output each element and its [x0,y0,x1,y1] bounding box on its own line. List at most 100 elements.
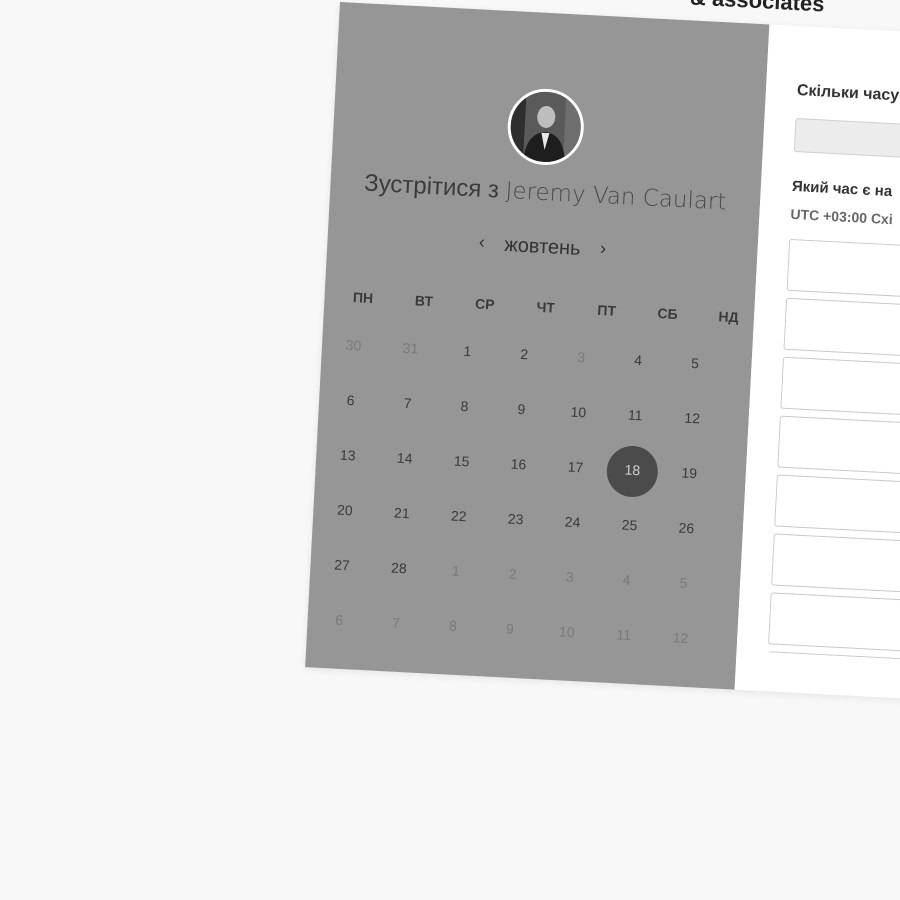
calendar-day[interactable]: 21 [371,499,431,557]
calendar-day[interactable]: 19 [659,459,719,517]
chevron-left-icon[interactable]: ‹ [464,231,499,254]
calendar-day[interactable]: 2 [494,341,554,399]
weekday-label: ЧТ [536,298,556,316]
day-number: 31 [402,339,419,357]
calendar-day[interactable]: 10 [548,399,608,457]
calendar-day: 1 [425,557,485,615]
calendar-day[interactable]: 22 [428,502,488,560]
calendar-day: 31 [380,335,440,393]
day-number: 24 [564,513,581,531]
weekday-label: ВТ [414,292,434,310]
weekday-header: ПН ВТ СР ЧТ ПТ СБ НД [332,288,762,326]
screen: & associates Зустрітися з Jeremy Van Cau… [0,0,900,900]
day-number: 15 [453,452,470,470]
month-label: жовтень [503,233,582,260]
calendar-grid: 30 31 1 2 3 4 5 6 7 8 9 10 11 12 13 14 15 16 17 18 19 20 21 22 2… [308,332,735,683]
weekday-label: НД [718,308,740,326]
day-number: 30 [345,336,362,354]
day-number: 3 [565,568,575,586]
calendar-day: 7 [365,609,425,667]
calendar-day[interactable]: 6 [320,387,380,445]
weekday-label: СБ [657,305,679,323]
calendar-day[interactable]: 28 [368,554,428,612]
calendar-day[interactable]: 9 [491,396,551,454]
day-number: 6 [334,611,344,628]
day-number: 5 [679,574,688,591]
day-number: 25 [621,516,638,534]
day-number: 12 [672,629,689,647]
day-number: 1 [451,562,461,580]
calendar-day: 3 [551,344,611,402]
calendar-day[interactable]: 16 [488,451,548,509]
calendar-day[interactable]: 4 [607,347,667,405]
calendar-day: 10 [536,618,596,676]
calendar-day: 3 [539,563,599,621]
calendar-day[interactable]: 27 [311,551,371,609]
day-number: 2 [520,345,529,363]
day-number: 11 [627,406,643,424]
calendar-day: 8 [422,612,482,670]
calendar-day[interactable]: 13 [317,442,377,500]
day-number: 4 [633,351,643,369]
day-number: 21 [393,504,411,522]
day-number: 7 [391,614,401,631]
day-number: 10 [558,623,576,641]
day-number: 7 [403,394,412,412]
day-number: 16 [510,455,527,473]
meet-prefix: Зустрітися з [363,169,500,204]
calendar-day[interactable]: 7 [377,390,437,448]
duration-select[interactable] [793,118,900,174]
calendar-day: 9 [479,615,539,673]
calendar-day[interactable]: 24 [542,508,602,566]
calendar-day: 2 [482,560,542,618]
calendar-day[interactable]: 12 [661,405,721,463]
calendar-day: 5 [653,569,713,627]
calendar-day[interactable]: 8 [434,393,494,451]
calendar-day[interactable]: 26 [656,514,716,572]
day-number: 8 [448,617,458,634]
calendar-day[interactable]: 20 [314,496,374,554]
meeting-title: Зустрітися з Jeremy Van Caulart [330,168,761,218]
time-slot-list [767,238,900,675]
calendar-day[interactable]: 17 [545,453,605,511]
calendar-day[interactable]: 15 [431,448,491,506]
calendar-day[interactable]: 1 [437,338,497,396]
company-name: & associates [689,0,826,17]
day-number: 3 [576,348,586,366]
weekday-label: СР [474,295,496,313]
day-number: 10 [570,403,587,421]
calendar-day[interactable]: 25 [599,511,659,569]
day-number: 12 [684,409,701,427]
calendar-day: 4 [596,566,656,624]
time-question: Який час є на [791,177,893,201]
calendar-day: 6 [308,606,368,664]
calendar-day: 30 [323,332,383,390]
host-avatar [505,87,586,167]
calendar-day: 12 [650,624,710,682]
day-number: 23 [507,510,524,528]
day-number: 9 [517,400,526,418]
day-number: 17 [567,458,584,476]
day-number: 26 [678,519,695,537]
calendar-day[interactable]: 5 [664,350,724,408]
day-number: 5 [690,354,700,372]
calendar-day-selected[interactable]: 18 [602,456,662,514]
host-name: Jeremy Van Caulart [504,177,728,216]
booking-widget: Зустрітися з Jeremy Van Caulart ‹ жовтен… [305,2,900,715]
time-slot-button[interactable] [767,651,900,675]
day-number: 8 [460,397,469,415]
day-number: 20 [336,501,354,519]
day-number: 28 [390,559,408,577]
day-number: 27 [333,556,351,574]
day-number: 6 [346,391,355,409]
calendar-day[interactable]: 14 [374,445,434,503]
chevron-right-icon[interactable]: › [586,237,621,260]
calendar-panel: Зустрітися з Jeremy Van Caulart ‹ жовтен… [305,2,770,690]
weekday-label: ПТ [597,301,617,319]
day-number: 4 [622,571,631,588]
weekday-label: ПН [352,289,374,307]
calendar-day[interactable]: 23 [485,505,545,563]
timezone-label[interactable]: UTC +03:00 Схі [790,206,893,227]
day-number: 11 [616,626,632,644]
day-number: 22 [450,507,467,525]
